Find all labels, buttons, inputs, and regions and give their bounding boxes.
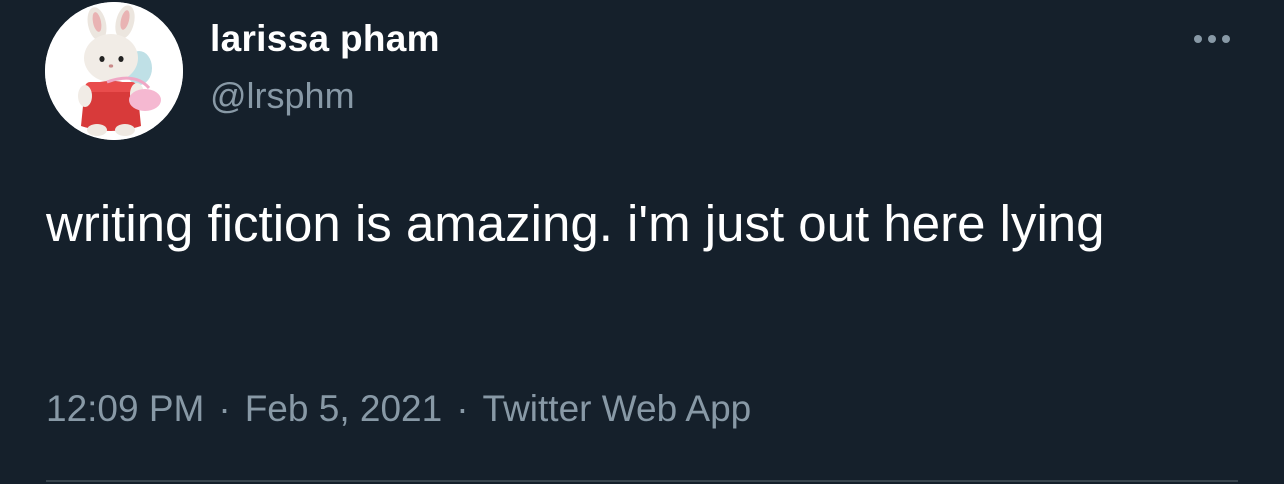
- display-name[interactable]: larissa pham: [210, 18, 440, 60]
- more-options-button[interactable]: [1188, 26, 1244, 52]
- avatar[interactable]: [45, 2, 183, 140]
- tweet: larissa pham @lrsphm writing fiction is …: [0, 0, 1284, 484]
- more-icon: [1194, 35, 1230, 43]
- tweet-time[interactable]: 12:09 PM: [46, 388, 204, 429]
- tweet-metadata: 12:09 PM · Feb 5, 2021 · Twitter Web App: [46, 388, 751, 430]
- plush-bunny-avatar-icon: [45, 2, 183, 140]
- tweet-text: writing fiction is amazing. i'm just out…: [46, 195, 1105, 252]
- divider: [46, 480, 1238, 482]
- tweet-date[interactable]: Feb 5, 2021: [245, 388, 442, 429]
- tweet-source-link[interactable]: Twitter Web App: [483, 388, 752, 429]
- separator-dot: ·: [218, 388, 231, 429]
- user-handle[interactable]: @lrsphm: [210, 75, 355, 117]
- separator-dot: ·: [456, 388, 469, 429]
